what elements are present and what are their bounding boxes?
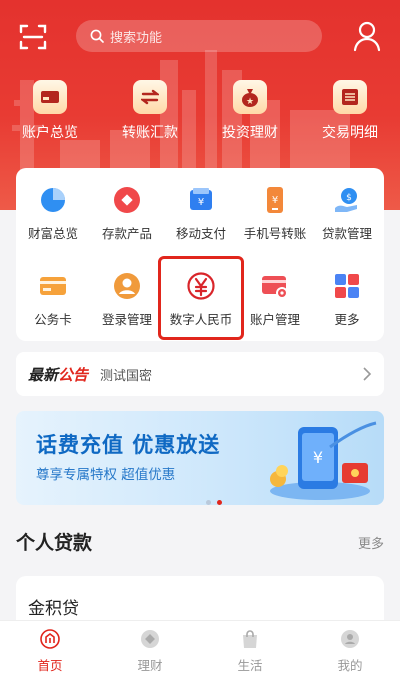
card-icon — [39, 272, 67, 300]
quick-action-label: 账户总览 — [22, 125, 78, 141]
search-icon — [90, 29, 104, 43]
quick-action-account-overview[interactable]: 账户总览 — [0, 80, 100, 142]
tab-label: 我的 — [337, 658, 363, 673]
service-label: 账户管理 — [249, 312, 300, 327]
service-more[interactable]: 更多 — [310, 272, 384, 328]
quick-action-label: 转账汇款 — [122, 125, 178, 141]
notice-text: 测试国密 — [100, 368, 153, 384]
banner-title: 话费充值 优惠放送 — [36, 433, 221, 457]
svg-text:¥: ¥ — [198, 197, 204, 208]
service-label: 手机号转账 — [243, 226, 307, 241]
service-label: 移动支付 — [175, 226, 226, 241]
search-placeholder: 搜索功能 — [110, 30, 163, 46]
shopping-bag-icon — [240, 629, 260, 649]
carousel-dot-active[interactable] — [217, 500, 222, 505]
grid-more-icon — [333, 272, 361, 300]
scan-icon[interactable] — [18, 22, 48, 52]
service-wealth-overview[interactable]: 财富总览 — [16, 186, 90, 242]
tab-label: 首页 — [37, 658, 63, 673]
service-label: 贷款管理 — [321, 226, 372, 241]
section-title-personal-loans: 个人贷款 — [16, 532, 93, 554]
profile-icon — [340, 629, 360, 649]
service-account-management[interactable]: 账户管理 — [238, 272, 312, 328]
service-label: 登录管理 — [101, 312, 152, 327]
tab-home[interactable]: 首页 — [0, 629, 100, 674]
user-icon[interactable] — [352, 20, 382, 52]
service-label: 财富总览 — [27, 226, 78, 241]
svg-text:¥: ¥ — [313, 448, 323, 467]
carousel-dot[interactable] — [206, 500, 211, 505]
notice-tag: 最新公告 — [28, 365, 89, 384]
quick-action-investment[interactable]: ★ 投资理财 — [200, 80, 300, 142]
money-bag-icon: ★ — [233, 80, 267, 114]
promo-banner[interactable]: 话费充值 优惠放送 尊享专属特权 超值优惠 ¥ — [16, 411, 384, 505]
bottom-tab-bar: 首页 理财 生活 我的 — [0, 620, 400, 686]
tab-finance[interactable]: 理财 — [100, 629, 200, 674]
phone-transfer-icon: ¥ — [261, 186, 289, 214]
service-deposit-products[interactable]: 存款产品 — [90, 186, 164, 242]
tab-label: 生活 — [237, 658, 263, 673]
finance-icon — [140, 629, 160, 649]
tab-mine[interactable]: 我的 — [300, 629, 400, 674]
quick-action-label: 投资理财 — [222, 125, 278, 141]
service-official-card[interactable]: 公务卡 — [16, 272, 90, 328]
quick-action-transaction-detail[interactable]: 交易明细 — [300, 80, 400, 142]
svg-text:¥: ¥ — [272, 195, 278, 206]
svg-text:★: ★ — [246, 97, 254, 107]
notice-bar[interactable]: 最新公告 测试国密 — [16, 352, 384, 396]
pie-chart-icon — [39, 186, 67, 214]
service-mobile-pay[interactable]: ¥ 移动支付 — [164, 186, 238, 242]
account-settings-icon — [261, 272, 289, 300]
loan-hand-icon: $ — [333, 186, 361, 214]
service-label: 更多 — [334, 312, 360, 327]
service-label: 存款产品 — [101, 226, 152, 241]
diamond-coin-icon — [113, 186, 141, 214]
service-phone-transfer[interactable]: ¥ 手机号转账 — [238, 186, 312, 242]
mobile-pay-icon: ¥ — [187, 186, 215, 214]
user-circle-icon — [113, 272, 141, 300]
chevron-right-icon — [363, 367, 372, 381]
quick-action-transfer[interactable]: 转账汇款 — [100, 80, 200, 142]
service-loan-management[interactable]: $ 贷款管理 — [310, 186, 384, 242]
carousel-dots — [206, 500, 222, 505]
search-bar[interactable]: 搜索功能 — [76, 20, 322, 52]
tab-label: 理财 — [137, 658, 163, 673]
service-label: 公务卡 — [34, 312, 72, 327]
service-login-management[interactable]: 登录管理 — [90, 272, 164, 328]
banner-subtitle: 尊享专属特权 超值优惠 — [36, 467, 176, 483]
home-icon — [40, 629, 60, 649]
quick-action-label: 交易明细 — [322, 125, 378, 141]
wallet-icon — [33, 80, 67, 114]
tab-life[interactable]: 生活 — [200, 629, 300, 674]
more-link[interactable]: 更多 — [358, 533, 384, 552]
list-detail-icon — [333, 80, 367, 114]
svg-text:$: $ — [346, 193, 352, 203]
transfer-icon — [133, 80, 167, 114]
highlight-box — [158, 256, 244, 340]
phone-coins-illustration: ¥ — [270, 421, 377, 500]
loan-card-title: 金积贷 — [28, 599, 79, 619]
